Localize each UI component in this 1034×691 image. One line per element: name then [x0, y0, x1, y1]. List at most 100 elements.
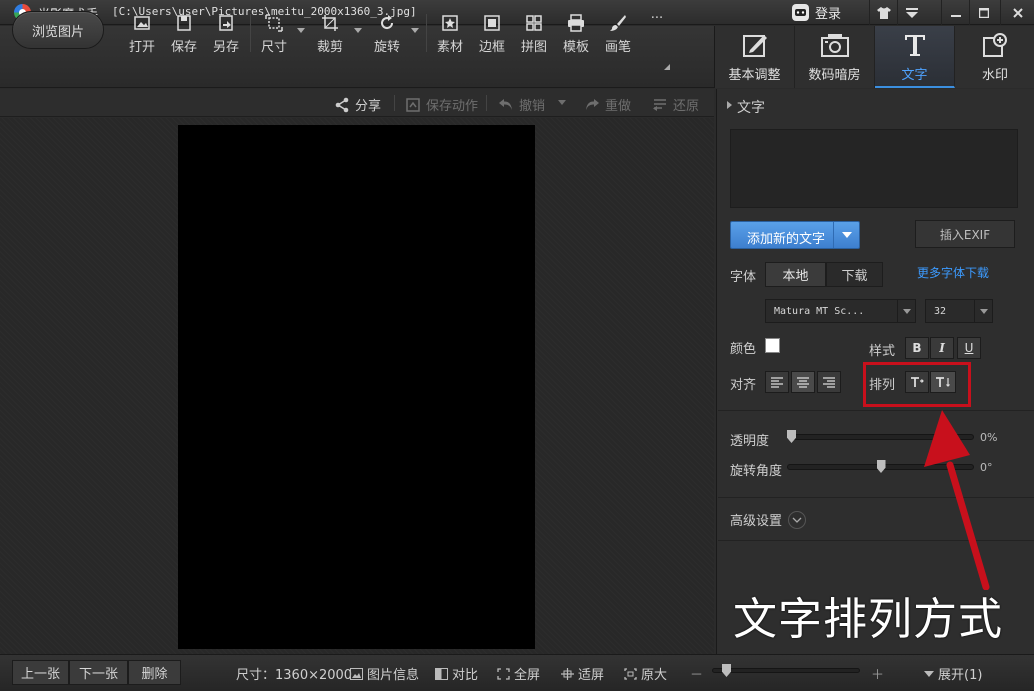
resize-button[interactable]: 尺寸: [256, 12, 292, 58]
save-label: 保存: [170, 40, 197, 55]
crop-dropdown-icon[interactable]: [354, 28, 362, 33]
original-size-label: 原大: [641, 668, 668, 683]
original-size-button[interactable]: 原大: [624, 664, 667, 683]
fullscreen-button[interactable]: 全屏: [497, 664, 540, 683]
add-text-button[interactable]: 添加新的文字: [730, 221, 860, 249]
skin-button[interactable]: [869, 0, 897, 25]
save-action-button[interactable]: 保存动作: [405, 95, 478, 114]
save-button[interactable]: 保存: [166, 12, 202, 58]
zoom-slider[interactable]: [712, 668, 860, 673]
more-expand-icon[interactable]: [664, 64, 670, 70]
close-button[interactable]: [1000, 0, 1034, 25]
expand-label: 展开(1): [938, 668, 983, 683]
align-center-icon: [797, 376, 809, 388]
brush-button[interactable]: 画笔: [600, 12, 636, 58]
zoom-in-button[interactable]: ＋: [871, 664, 884, 683]
menu-button[interactable]: [897, 0, 925, 25]
border-button[interactable]: 边框: [474, 12, 510, 58]
align-left-button[interactable]: [765, 371, 789, 393]
redo-button[interactable]: 重做: [584, 95, 631, 114]
expand-caret-icon: [924, 670, 934, 677]
share-button[interactable]: 分享: [334, 95, 381, 114]
advanced-settings-toggle[interactable]: 高级设置: [730, 510, 807, 529]
align-left-icon: [771, 376, 783, 388]
text-list-box[interactable]: [730, 129, 1018, 208]
more-fonts-link[interactable]: 更多字体下载: [917, 264, 989, 281]
basic-adjust-icon: [742, 35, 767, 57]
color-swatch[interactable]: [765, 338, 780, 353]
save-as-icon: [219, 15, 233, 31]
open-button[interactable]: 打开: [124, 12, 160, 58]
add-text-dropdown-icon[interactable]: [833, 222, 859, 248]
tab-basic-adjust[interactable]: 基本调整: [715, 26, 795, 88]
font-local-tab[interactable]: 本地: [765, 262, 826, 287]
undo-icon: [499, 98, 512, 110]
zoom-out-button[interactable]: －: [690, 664, 703, 683]
align-right-button[interactable]: [817, 371, 841, 393]
rotate-button[interactable]: 旋转: [369, 12, 405, 58]
watermark-icon: [983, 33, 1007, 57]
italic-button[interactable]: I: [930, 337, 954, 359]
opacity-label: 透明度: [730, 434, 770, 449]
font-label: 字体: [730, 270, 757, 285]
undo-button[interactable]: 撤销: [498, 95, 545, 114]
redo-label: 重做: [605, 99, 632, 114]
image-info-icon: [350, 667, 363, 680]
image-info-button[interactable]: 图片信息: [350, 664, 419, 683]
annotation-arrow: [924, 410, 990, 590]
more-tools-button[interactable]: ···: [642, 11, 672, 58]
bold-button[interactable]: B: [905, 337, 929, 359]
material-button[interactable]: 素材: [432, 12, 468, 58]
font-size-select[interactable]: 32: [925, 299, 993, 323]
photo-preview[interactable]: [178, 125, 535, 649]
annotation-highlight-box: [863, 362, 971, 407]
image-size: 尺寸：1360×2000: [236, 668, 353, 683]
tab-watermark[interactable]: 水印: [955, 26, 1034, 88]
share-icon: [335, 97, 349, 112]
template-label: 模板: [562, 40, 589, 55]
fit-screen-icon: [561, 667, 574, 680]
chevron-down-icon: [897, 300, 915, 322]
save-icon: [177, 15, 191, 31]
crop-label: 裁剪: [316, 40, 343, 55]
fit-screen-button[interactable]: 适屏: [561, 664, 604, 683]
undo-dropdown-icon[interactable]: [558, 100, 566, 105]
rotate-icon: [381, 15, 394, 30]
next-image-button[interactable]: 下一张: [69, 660, 128, 685]
expand-button[interactable]: 展开(1): [924, 664, 982, 683]
tab-label: 文字: [901, 68, 928, 83]
chevron-down-icon: [974, 300, 992, 322]
crop-button[interactable]: 裁剪: [312, 12, 348, 58]
browse-images-button[interactable]: 浏览图片: [12, 11, 104, 49]
minimize-button[interactable]: [941, 0, 969, 25]
font-family-value: Matura MT Sc...: [774, 306, 865, 317]
open-label: 打开: [128, 40, 155, 55]
toolbar-divider: [250, 14, 251, 52]
section-title: 文字: [737, 100, 765, 116]
template-button[interactable]: 模板: [558, 12, 594, 58]
border-icon: [484, 15, 500, 31]
resize-dropdown-icon[interactable]: [297, 28, 305, 33]
action-divider: [394, 95, 395, 111]
login-button[interactable]: 登录: [792, 3, 841, 22]
save-as-button[interactable]: 另存: [208, 12, 244, 58]
crop-icon: [322, 15, 338, 31]
delete-button[interactable]: 删除: [128, 660, 181, 685]
underline-button[interactable]: U: [957, 337, 981, 359]
text-icon: [904, 35, 925, 56]
app-window: 光影魔术手 [C:\Users\user\Pictures\meitu_2000…: [0, 0, 1034, 691]
font-family-select[interactable]: Matura MT Sc...: [765, 299, 916, 323]
insert-exif-button[interactable]: 插入EXIF: [915, 220, 1015, 248]
maximize-button[interactable]: [969, 0, 997, 25]
tab-darkroom[interactable]: 数码暗房: [795, 26, 875, 88]
collage-button[interactable]: 拼图: [516, 12, 552, 58]
restore-button[interactable]: 还原: [652, 95, 699, 114]
align-center-button[interactable]: [791, 371, 815, 393]
rotate-dropdown-icon[interactable]: [411, 28, 419, 33]
font-download-tab[interactable]: 下载: [826, 262, 883, 287]
compare-button[interactable]: 对比: [435, 664, 478, 683]
previous-image-button[interactable]: 上一张: [12, 660, 69, 685]
tab-text[interactable]: 文字: [875, 26, 955, 88]
toolbar-divider: [426, 14, 427, 52]
shirt-icon: [876, 6, 891, 19]
